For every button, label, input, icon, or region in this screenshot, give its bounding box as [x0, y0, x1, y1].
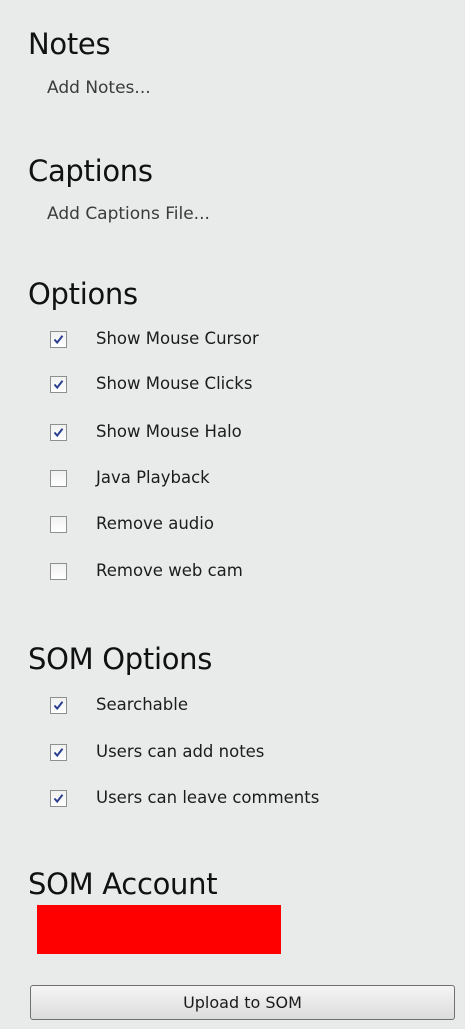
checkmark-icon	[53, 747, 64, 757]
add-captions-file-link[interactable]: Add Captions File...	[47, 206, 210, 223]
option-label: Users can add notes	[96, 741, 265, 761]
option-label: Show Mouse Cursor	[96, 328, 259, 348]
checkbox-icon[interactable]	[50, 789, 67, 807]
options-heading: Options	[28, 277, 138, 311]
som-option-users-can-leave-comments[interactable]: Users can leave comments	[50, 787, 319, 809]
som-option-searchable[interactable]: Searchable	[50, 694, 188, 716]
checkbox-icon[interactable]	[50, 562, 67, 580]
option-label: Searchable	[96, 694, 189, 714]
option-label: Remove audio	[96, 513, 214, 533]
add-notes-link[interactable]: Add Notes...	[47, 80, 151, 97]
checkmark-icon	[53, 427, 64, 437]
som-options-heading: SOM Options	[28, 642, 213, 676]
option-label: Show Mouse Clicks	[96, 373, 253, 393]
option-label: Java Playback	[96, 467, 210, 487]
checkbox-icon[interactable]	[50, 743, 67, 761]
option-label: Users can leave comments	[96, 787, 320, 807]
checkbox-icon[interactable]	[50, 423, 67, 441]
option-java-playback[interactable]: Java Playback	[50, 467, 210, 489]
option-label: Remove web cam	[96, 560, 243, 580]
option-label: Show Mouse Halo	[96, 421, 242, 441]
checkbox-icon[interactable]	[50, 515, 67, 533]
option-show-mouse-cursor[interactable]: Show Mouse Cursor	[50, 328, 259, 350]
checkbox-icon[interactable]	[50, 330, 67, 348]
checkmark-icon	[53, 379, 64, 389]
notes-heading: Notes	[28, 27, 111, 61]
checkbox-icon[interactable]	[50, 469, 67, 487]
checkbox-icon[interactable]	[50, 696, 67, 714]
checkmark-icon	[53, 334, 64, 344]
option-show-mouse-halo[interactable]: Show Mouse Halo	[50, 421, 242, 443]
captions-heading: Captions	[28, 154, 153, 188]
som-account-heading: SOM Account	[28, 867, 218, 901]
som-option-users-can-add-notes[interactable]: Users can add notes	[50, 741, 264, 763]
checkmark-icon	[53, 793, 64, 803]
option-remove-audio[interactable]: Remove audio	[50, 513, 214, 535]
option-show-mouse-clicks[interactable]: Show Mouse Clicks	[50, 373, 252, 395]
option-remove-web-cam[interactable]: Remove web cam	[50, 560, 243, 582]
checkbox-icon[interactable]	[50, 375, 67, 393]
publish-options-panel: Notes Add Notes... Captions Add Captions…	[0, 0, 465, 1029]
redacted-account-name	[37, 905, 281, 954]
checkmark-icon	[53, 700, 64, 710]
upload-to-som-button[interactable]: Upload to SOM	[30, 985, 455, 1020]
